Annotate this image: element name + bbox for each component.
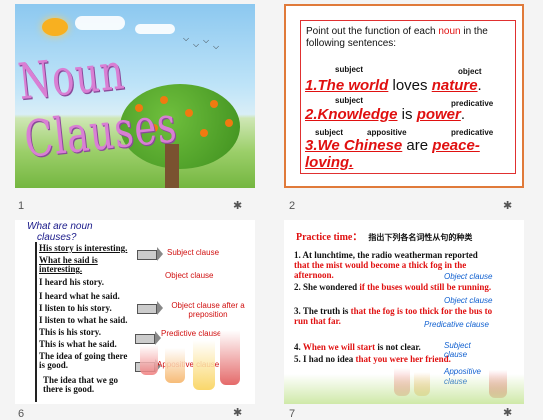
example-sentence: I heard his story. <box>39 277 105 287</box>
answer-tag: Object clause <box>444 296 493 305</box>
label-predicative: predicative <box>451 128 494 137</box>
example-sentence: His story is interesting. <box>39 243 128 253</box>
example-sentence: This is his story. <box>39 327 102 337</box>
clause-label: Object clause after a preposition <box>171 301 245 319</box>
example-sentence: I listen to his story. <box>39 303 112 313</box>
drink-illustration <box>140 345 158 375</box>
slide-7-thumbnail[interactable]: Practice time： 指出下列各名词性从句的种类 1. At luncht… <box>284 220 524 404</box>
slide-6-thumbnail[interactable]: What are noun clauses? His story is inter… <box>15 220 255 404</box>
arrow-icon <box>135 331 161 345</box>
slide-7-title: Practice time： 指出下列各名词性从句的种类 <box>296 232 473 243</box>
arrow-icon <box>137 301 163 315</box>
clause-label: Object clause <box>165 271 214 280</box>
slide-number-1: 1 <box>18 200 25 212</box>
example-sentence: This is what he said. <box>39 339 117 349</box>
sentence-1: 1.The world loves nature. <box>305 77 482 94</box>
drink-illustration <box>165 348 185 383</box>
drink-illustration <box>220 330 240 385</box>
example-sentence: The idea that we go there is good. <box>43 375 118 394</box>
cloud-icon <box>135 24 175 34</box>
clause-label: Subject clause <box>167 248 220 257</box>
clause-label: Predictive clause <box>161 329 222 338</box>
drink-illustration <box>193 340 215 390</box>
slide-number-6: 6 <box>18 408 25 420</box>
example-sentence: The idea of going there is good. <box>39 351 128 370</box>
slide-number-7: 7 <box>289 408 296 420</box>
answer-tag: Predicative clause <box>424 320 489 329</box>
slide-2-animation-icon[interactable]: ✱ <box>503 199 512 212</box>
sun-icon <box>42 18 68 36</box>
sentence-2: 2.Knowledge is power. <box>305 106 466 123</box>
slide-number-2: 2 <box>289 200 296 212</box>
slide-2-prompt: Point out the function of each noun in t… <box>306 26 488 49</box>
answer-tag: Object clause <box>444 272 493 281</box>
label-appositive: appositive <box>367 128 407 137</box>
label-subject: subject <box>335 96 364 105</box>
slide-2-thumbnail[interactable]: Point out the function of each noun in t… <box>284 4 524 188</box>
slide-6-heading: What are noun clauses? <box>27 221 93 243</box>
example-sentence: What he said is interesting. <box>39 255 98 274</box>
label-subject: subject <box>335 65 364 74</box>
slide-2-frame: Point out the function of each noun in t… <box>300 20 516 174</box>
slide-1-title: Noun Clauses <box>15 42 180 169</box>
slide-1-animation-icon[interactable]: ✱ <box>233 199 242 212</box>
practice-item: 2. She wondered if the buses would still… <box>294 282 492 292</box>
slide-7-animation-icon[interactable]: ✱ <box>503 406 512 419</box>
arrow-icon <box>137 247 163 261</box>
label-object: object <box>458 67 482 76</box>
example-sentence: I heard what he said. <box>39 291 120 301</box>
slide-1-thumbnail[interactable]: ⌵ ⌵ ⌵ ⌵ Noun Clauses <box>15 4 255 188</box>
example-sentence: I listen to what he said. <box>39 315 128 325</box>
slide-6-animation-icon[interactable]: ✱ <box>233 406 242 419</box>
label-subject: subject <box>315 128 344 137</box>
cloud-icon <box>75 16 125 30</box>
sentence-3: 3.We Chinese are peace-loving. <box>305 137 480 171</box>
grass-decoration <box>284 374 524 404</box>
answer-tag: Subject clause <box>444 341 471 359</box>
